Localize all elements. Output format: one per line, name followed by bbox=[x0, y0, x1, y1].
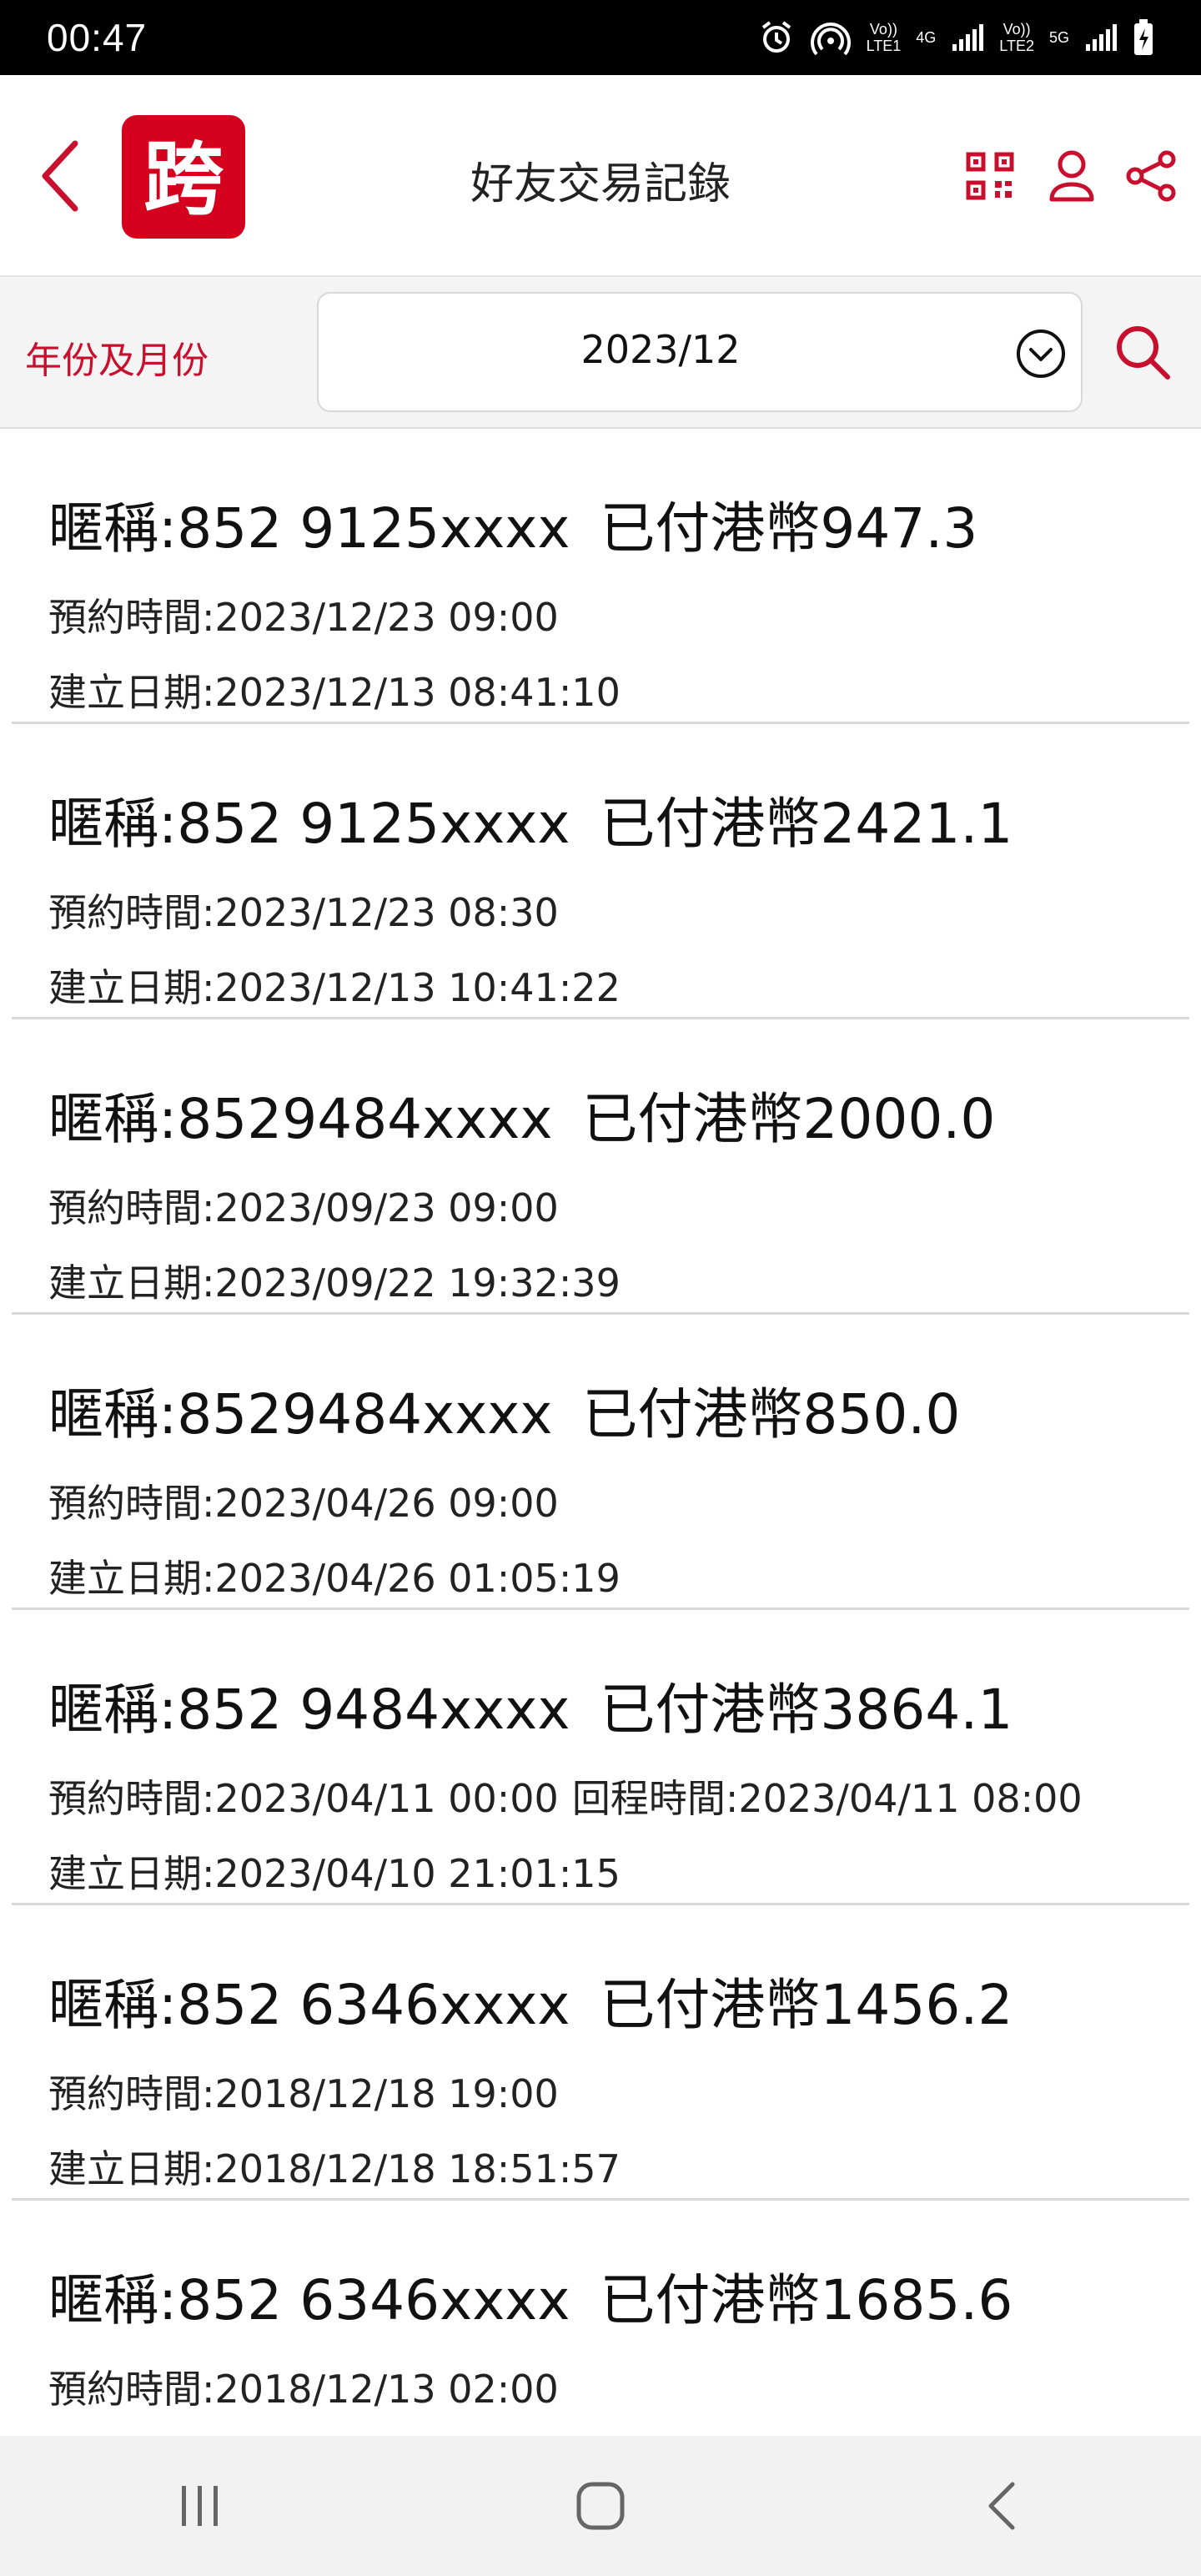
record-paid-amount: 已付港幣1685.6 bbox=[600, 2268, 1013, 2332]
record-nickname: 暱稱:8529484xxxx bbox=[48, 1087, 553, 1151]
qr-code-button[interactable] bbox=[961, 147, 1019, 205]
record-nickname: 暱稱:852 6346xxxx bbox=[48, 2268, 570, 2332]
status-time: 00:47 bbox=[47, 16, 148, 59]
filter-bar: 年份及月份 2023/12 bbox=[0, 277, 1201, 429]
record-booking-line: 預約時間:2023/04/11 00:00 回程時間:2023/04/11 08:… bbox=[48, 1768, 1083, 1824]
record-nickname: 暱稱:852 6346xxxx bbox=[48, 1973, 570, 2037]
app-logo: 跨 bbox=[122, 115, 245, 239]
record-booking-time: 預約時間:2023/09/23 09:00 bbox=[48, 1185, 559, 1230]
qr-code-icon bbox=[966, 152, 1014, 200]
chevron-down-circle-icon bbox=[1017, 330, 1065, 378]
record-created-date: 建立日期:2018/12/18 18:51:57 bbox=[48, 2146, 621, 2191]
brand-logo-icon: 跨 bbox=[143, 133, 224, 226]
record-booking-time: 預約時間:2018/12/18 19:00 bbox=[48, 2071, 559, 2116]
system-back-button[interactable] bbox=[951, 2456, 1051, 2556]
record-booking-time: 預約時間:2023/12/23 09:00 bbox=[48, 595, 559, 640]
record-nickname: 暱稱:8529484xxxx bbox=[48, 1382, 553, 1446]
battery-charging-icon bbox=[1133, 19, 1154, 56]
record-created-date: 建立日期:2023/04/10 21:01:15 bbox=[48, 1851, 621, 1896]
volte-sim2: Vo)) LTE2 bbox=[999, 21, 1034, 54]
record-title: 暱稱:852 6346xxxx 已付港幣1685.6 bbox=[48, 2256, 1013, 2336]
record-created-date: 建立日期:2023/09/22 19:32:39 bbox=[48, 1260, 621, 1306]
chevron-left-icon bbox=[42, 140, 78, 212]
transaction-record[interactable]: 暱稱:852 6346xxxx 已付港幣1685.6 預約時間:2018/12/13… bbox=[12, 2201, 1189, 2436]
transaction-record[interactable]: 暱稱:8529484xxxx 已付港幣850.0 預約時間:2023/04/26 0… bbox=[12, 1315, 1189, 1610]
record-booking-time: 預約時間:2023/04/26 09:00 bbox=[48, 1481, 559, 1526]
network-type-1: 4G bbox=[916, 29, 937, 46]
record-title: 暱稱:852 9125xxxx 已付港幣2421.1 bbox=[48, 779, 1013, 859]
record-booking-line: 預約時間:2018/12/13 02:00 bbox=[48, 2359, 559, 2414]
record-paid-amount: 已付港幣947.3 bbox=[600, 496, 978, 561]
status-icons: Vo)) LTE1 4G Vo)) LTE2 5G bbox=[758, 19, 1154, 56]
alarm-icon bbox=[758, 19, 795, 56]
transaction-record[interactable]: 暱稱:852 9125xxxx 已付港幣947.3 預約時間:2023/12/23 … bbox=[12, 429, 1189, 724]
record-title: 暱稱:852 9484xxxx 已付港幣3864.1 bbox=[48, 1665, 1013, 1745]
record-nickname: 暱稱:852 9125xxxx bbox=[48, 496, 570, 561]
record-nickname: 暱稱:852 9125xxxx bbox=[48, 792, 570, 856]
record-paid-amount: 已付港幣3864.1 bbox=[600, 1678, 1013, 1742]
back-button[interactable] bbox=[30, 138, 88, 214]
record-paid-amount: 已付港幣2000.0 bbox=[582, 1087, 996, 1151]
volte-sim1: Vo)) LTE1 bbox=[866, 21, 902, 54]
transaction-record[interactable]: 暱稱:852 9125xxxx 已付港幣2421.1 預約時間:2023/12/23… bbox=[12, 724, 1189, 1019]
app-header: 跨 好友交易記錄 bbox=[0, 75, 1201, 277]
record-created-date: 建立日期:2023/12/13 10:41:22 bbox=[48, 965, 621, 1010]
status-bar: 00:47 Vo)) LTE1 4G Vo)) LTE2 5G bbox=[0, 0, 1201, 75]
profile-button[interactable] bbox=[1043, 147, 1101, 205]
record-paid-amount: 已付港幣850.0 bbox=[582, 1382, 961, 1446]
record-created-date: 建立日期:2023/12/13 08:41:10 bbox=[48, 670, 621, 715]
transaction-record[interactable]: 暱稱:8529484xxxx 已付港幣2000.0 預約時間:2023/09/23 … bbox=[12, 1019, 1189, 1315]
record-booking-line: 預約時間:2023/04/26 09:00 bbox=[48, 1473, 559, 1528]
record-booking-line: 預約時間:2023/12/23 08:30 bbox=[48, 883, 559, 938]
selected-month: 2023/12 bbox=[580, 327, 741, 372]
logo-glyph: 跨 bbox=[143, 133, 224, 226]
search-button[interactable] bbox=[1109, 319, 1176, 385]
record-title: 暱稱:852 6346xxxx 已付港幣1456.2 bbox=[48, 1960, 1013, 2040]
back-arrow-icon bbox=[988, 2482, 1015, 2530]
record-booking-line: 預約時間:2018/12/18 19:00 bbox=[48, 2064, 559, 2119]
share-icon bbox=[1126, 150, 1176, 202]
hotspot-icon bbox=[810, 19, 852, 56]
record-title: 暱稱:8529484xxxx 已付港幣850.0 bbox=[48, 1370, 960, 1450]
record-booking-time: 預約時間:2018/12/13 02:00 bbox=[48, 2367, 559, 2412]
month-select[interactable]: 2023/12 bbox=[317, 292, 1083, 412]
month-filter-label: 年份及月份 bbox=[25, 340, 209, 382]
home-button[interactable] bbox=[550, 2456, 651, 2556]
record-booking-line: 預約時間:2023/09/23 09:00 bbox=[48, 1178, 559, 1233]
record-nickname: 暱稱:852 9484xxxx bbox=[48, 1678, 570, 1742]
record-return-time: 回程時間:2023/04/11 08:00 bbox=[571, 1776, 1083, 1821]
transaction-record[interactable]: 暱稱:852 9484xxxx 已付港幣3864.1 預約時間:2023/04/11… bbox=[12, 1610, 1189, 1905]
network-type-2: 5G bbox=[1048, 29, 1069, 46]
record-created-date: 建立日期:2023/04/26 01:05:19 bbox=[48, 1556, 621, 1601]
signal-icon-1 bbox=[951, 23, 984, 53]
home-icon bbox=[576, 2482, 625, 2530]
system-nav-bar bbox=[0, 2436, 1201, 2576]
share-button[interactable] bbox=[1123, 147, 1181, 205]
transaction-list[interactable]: 暱稱:852 9125xxxx 已付港幣947.3 預約時間:2023/12/23 … bbox=[0, 429, 1201, 2436]
record-booking-time: 預約時間:2023/04/11 00:00 bbox=[48, 1776, 559, 1821]
search-icon bbox=[1117, 326, 1170, 380]
record-paid-amount: 已付港幣2421.1 bbox=[600, 792, 1013, 856]
record-title: 暱稱:852 9125xxxx 已付港幣947.3 bbox=[48, 484, 977, 564]
user-icon bbox=[1049, 150, 1094, 202]
recent-apps-icon bbox=[182, 2486, 218, 2526]
record-paid-amount: 已付港幣1456.2 bbox=[600, 1973, 1013, 2037]
record-title: 暱稱:8529484xxxx 已付港幣2000.0 bbox=[48, 1074, 995, 1155]
signal-icon-2 bbox=[1084, 23, 1118, 53]
transaction-record[interactable]: 暱稱:852 6346xxxx 已付港幣1456.2 預約時間:2018/12/18… bbox=[12, 1905, 1189, 2201]
recent-apps-button[interactable] bbox=[150, 2456, 250, 2556]
record-booking-line: 預約時間:2023/12/23 09:00 bbox=[48, 587, 559, 642]
record-booking-time: 預約時間:2023/12/23 08:30 bbox=[48, 890, 559, 935]
